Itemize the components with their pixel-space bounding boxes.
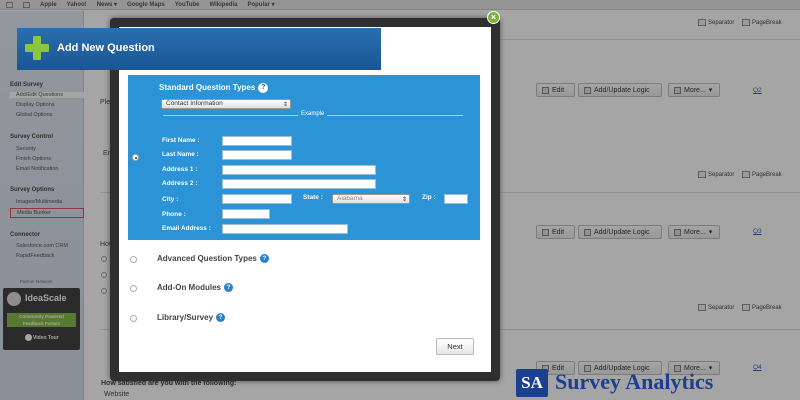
library-survey-label[interactable]: Library/Survey? — [157, 313, 226, 323]
survey-analytics-logo: SA — [516, 369, 548, 397]
modal-header: Add New Question — [17, 28, 381, 70]
survey-analytics-brand: Survey Analytics — [555, 369, 714, 394]
modal-title: Add New Question — [57, 42, 155, 54]
survey-analytics-watermark: SA Survey Analytics — [514, 367, 800, 400]
help-icon[interactable]: ? — [258, 83, 269, 93]
zip-label: Zip : — [422, 194, 436, 201]
phone-label: Phone : — [162, 211, 186, 218]
advanced-types-radio[interactable] — [130, 256, 137, 263]
next-button[interactable]: Next — [436, 338, 474, 355]
select-arrows-icon: ⇕ — [282, 102, 288, 108]
select-arrows-icon: ⇕ — [401, 197, 407, 203]
state-select[interactable]: Alabama ⇕ — [332, 194, 410, 204]
help-icon[interactable]: ? — [259, 254, 269, 264]
email-input[interactable] — [222, 224, 348, 234]
state-label: State : — [303, 194, 323, 201]
city-label: City : — [162, 196, 179, 203]
library-survey-radio[interactable] — [130, 315, 137, 322]
help-icon[interactable]: ? — [216, 313, 226, 323]
question-type-select[interactable]: Contact Information ⇕ — [161, 99, 291, 109]
standard-types-radio[interactable] — [132, 154, 139, 161]
help-icon[interactable]: ? — [224, 283, 233, 293]
first-name-input[interactable] — [222, 136, 292, 146]
standard-types-title: Standard Question Types? — [159, 83, 269, 93]
phone-input[interactable] — [222, 209, 270, 219]
add-plus-icon — [25, 36, 49, 60]
add-on-modules-label[interactable]: Add-On Modules? — [157, 283, 233, 293]
add-on-modules-radio[interactable] — [130, 285, 137, 292]
last-name-input[interactable] — [222, 150, 292, 160]
email-label: Email Address : — [162, 225, 211, 232]
address1-label: Address 1 : — [162, 166, 198, 173]
last-name-label: Last Name : — [162, 151, 199, 158]
address1-input[interactable] — [222, 165, 376, 175]
advanced-types-label[interactable]: Advanced Question Types? — [157, 254, 269, 264]
zip-input[interactable] — [444, 194, 468, 204]
close-icon[interactable]: × — [487, 11, 500, 24]
example-label: Example — [298, 111, 328, 117]
first-name-label: First Name : — [162, 137, 200, 144]
address2-label: Address 2 : — [162, 180, 198, 187]
city-input[interactable] — [222, 194, 292, 204]
address2-input[interactable] — [222, 179, 376, 189]
